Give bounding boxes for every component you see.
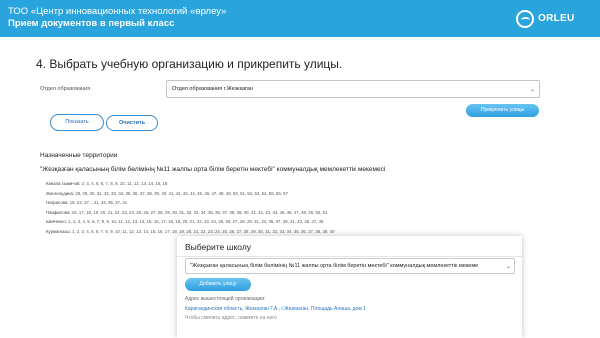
street-name: Некрасова:	[46, 200, 69, 206]
clear-button[interactable]: Очистить	[106, 115, 158, 131]
street-row: Канала сымичов: 2, 3, 4, 5, 6, 7, 8, 9, …	[46, 179, 406, 189]
orleu-logo[interactable]: ORLEU	[516, 10, 586, 28]
street-name: Жангельдина:	[46, 190, 75, 196]
address-hint: Чтобы сменить адрес, нажмите на него	[185, 315, 277, 321]
assigned-school-name: "Жезқазған қаласының білім бөлімінің №11…	[40, 166, 386, 173]
school-select[interactable]: "Жезқазған қаласының білім бөлімінің №11…	[185, 258, 515, 274]
assigned-territories-heading: Назначенные территории	[40, 152, 118, 159]
street-numbers: 1, 2, 3, 4, 5, 6, 7, 8, 9, 10, 11, 12, 1…	[68, 219, 324, 225]
add-street-button[interactable]: Добавить улицу	[185, 278, 251, 291]
street-name: Курмангазы:	[46, 228, 71, 234]
modal-divider	[177, 256, 522, 257]
street-row: Жангельдина: 28, 29, 30, 31, 32, 33, 34,…	[46, 189, 406, 199]
logo-text: ORLEU	[538, 13, 575, 24]
street-row: Некрасова: 15, 22, 27, , 31, 33, 35, 37,…	[46, 198, 406, 208]
edu-department-label: Отдел образования	[40, 86, 91, 92]
street-numbers: 1, 2, 3, 4, 5, 6, 7, 8, 9, 10, 11, 12, 1…	[71, 228, 335, 234]
street-name: Панфилова:	[46, 209, 71, 215]
choose-school-modal: Выберите школу "Жезқазған қаласының білі…	[177, 236, 522, 338]
street-numbers: 28, 29, 30, 31, 32, 33, 34, 35, 36, 37, …	[75, 190, 288, 196]
edu-department-value: Отдел образования г.Жезказган	[172, 86, 254, 92]
edu-department-select[interactable]: Отдел образования г.Жезказган ⌄	[166, 80, 540, 98]
street-row: Панфилова: 16, 17, 18, 19, 20, 21, 22, 2…	[46, 208, 406, 218]
parent-address-link[interactable]: Карагандинская область, Жезказган Г.А., …	[185, 306, 366, 312]
street-name: Шевченко:	[46, 219, 67, 225]
street-numbers: 16, 17, 18, 19, 20, 21, 22, 23, 24, 25, …	[71, 209, 328, 215]
street-numbers: 2, 3, 4, 5, 6, 7, 8, 9, 10, 11, 12, 13, …	[81, 181, 168, 186]
attach-streets-button[interactable]: Прикрепить улицы	[466, 104, 539, 117]
org-name: ТОО «Центр инновационных технологий «өрл…	[8, 6, 227, 17]
parent-address-label: Адрес вышестоящей организации:	[185, 296, 266, 302]
page-subtitle: Прием документов в первый класс	[8, 18, 175, 29]
street-numbers: 15, 22, 27, , 31, 33, 35, 37, 41	[69, 200, 128, 206]
street-row: Шевченко: 1, 2, 3, 4, 5, 6, 7, 8, 9, 10,…	[46, 217, 406, 227]
school-select-value: "Жезқазған қаласының білім бөлімінің №11…	[190, 263, 479, 269]
step-title: 4. Выбрать учебную организацию и прикреп…	[36, 57, 343, 71]
chevron-down-icon: ⌄	[503, 263, 511, 270]
app-header: ТОО «Центр инновационных технологий «өрл…	[0, 0, 600, 37]
modal-title: Выберите школу	[185, 242, 252, 252]
street-list: Канала сымичов: 2, 3, 4, 5, 6, 7, 8, 9, …	[46, 179, 406, 237]
orleu-logo-icon	[516, 10, 534, 28]
chevron-down-icon: ⌄	[529, 87, 535, 93]
show-button[interactable]: Показать	[50, 114, 104, 131]
street-name: Канала сымичов:	[46, 181, 81, 186]
